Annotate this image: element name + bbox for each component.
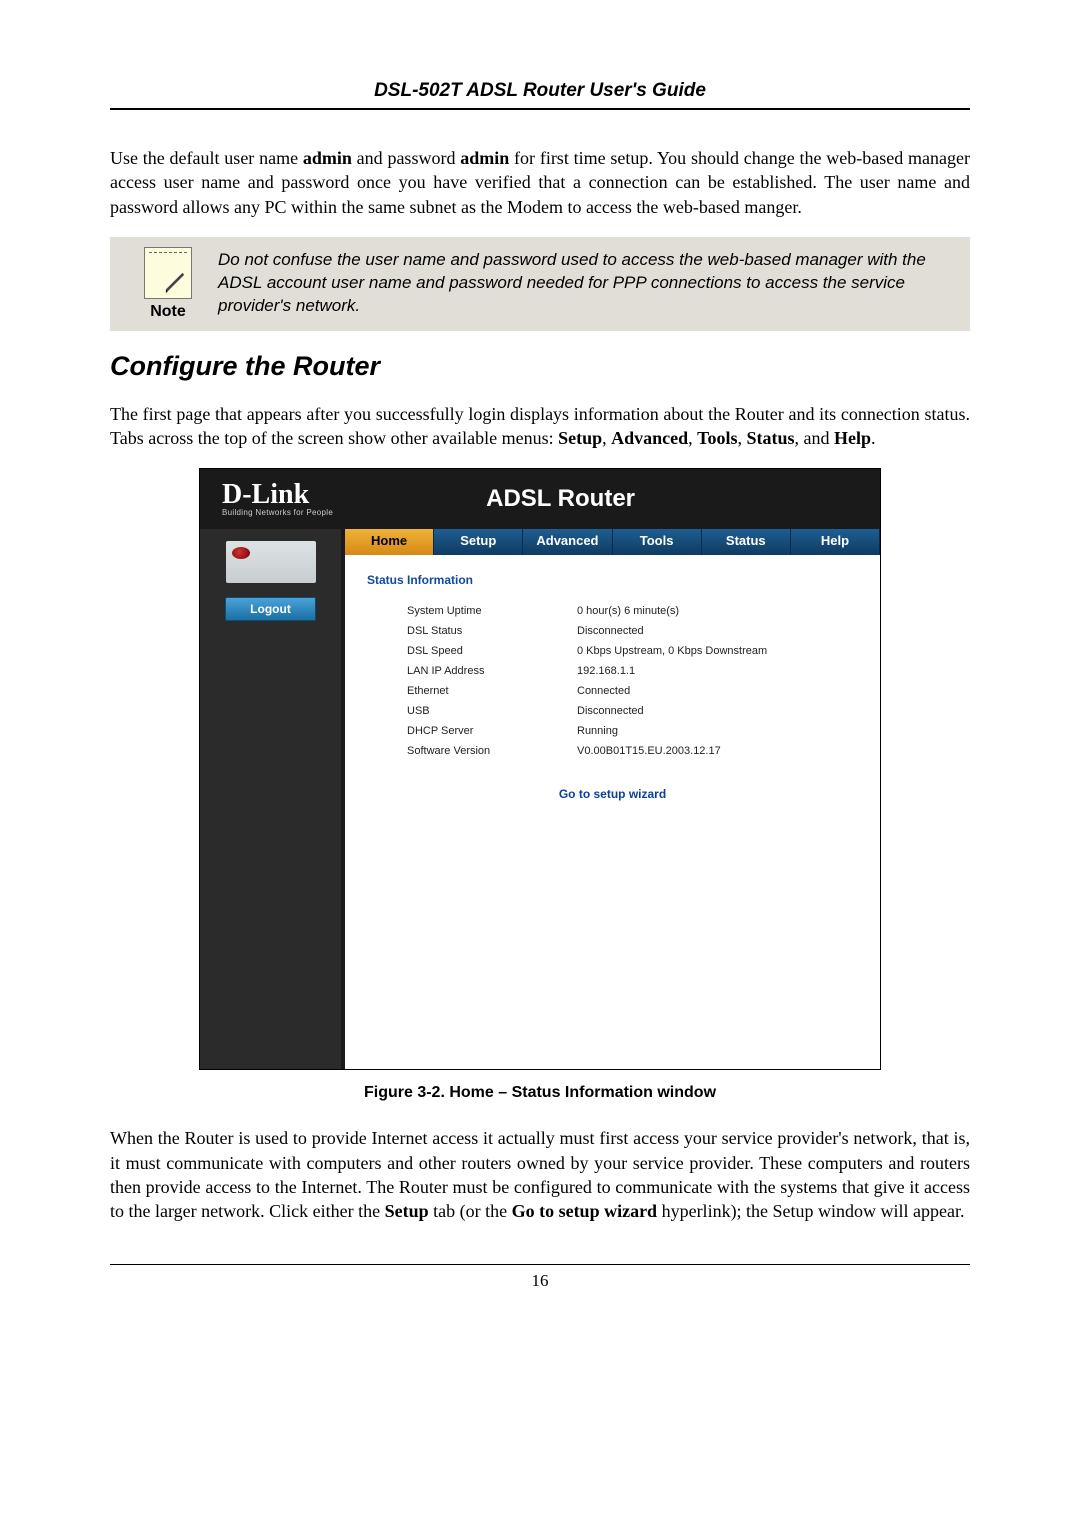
status-value: 192.168.1.1 <box>577 665 858 677</box>
status-value: V0.00B01T15.EU.2003.12.17 <box>577 745 858 757</box>
status-label: LAN IP Address <box>367 665 577 677</box>
status-table: System Uptime0 hour(s) 6 minute(s)DSL St… <box>367 601 858 761</box>
note-label: Note <box>118 303 218 321</box>
tab-setup[interactable]: Setup <box>434 529 523 555</box>
footer-rule <box>110 1264 970 1265</box>
outro-paragraph: When the Router is used to provide Inter… <box>110 1126 970 1223</box>
router-ui-figure: D-Link Building Networks for People ADSL… <box>199 468 881 1070</box>
section-heading: Configure the Router <box>110 351 970 382</box>
status-value: Disconnected <box>577 625 858 637</box>
tab-tools[interactable]: Tools <box>613 529 702 555</box>
router-sidebar: Logout <box>200 529 345 1069</box>
status-value: Running <box>577 725 858 737</box>
router-image <box>226 541 316 583</box>
router-header: D-Link Building Networks for People ADSL… <box>200 469 880 529</box>
status-row: System Uptime0 hour(s) 6 minute(s) <box>367 601 858 621</box>
product-title: ADSL Router <box>333 485 788 513</box>
status-row: DSL Speed0 Kbps Upstream, 0 Kbps Downstr… <box>367 641 858 661</box>
section-intro: The first page that appears after you su… <box>110 402 970 451</box>
status-row: USBDisconnected <box>367 701 858 721</box>
note-text: Do not confuse the user name and passwor… <box>218 249 956 318</box>
tab-row: HomeSetupAdvancedToolsStatusHelp <box>345 529 880 555</box>
status-heading: Status Information <box>367 573 858 587</box>
status-row: LAN IP Address192.168.1.1 <box>367 661 858 681</box>
status-value: Disconnected <box>577 705 858 717</box>
status-label: Ethernet <box>367 685 577 697</box>
status-row: EthernetConnected <box>367 681 858 701</box>
status-row: DHCP ServerRunning <box>367 721 858 741</box>
tab-status[interactable]: Status <box>702 529 791 555</box>
logout-button[interactable]: Logout <box>225 597 316 621</box>
status-label: USB <box>367 705 577 717</box>
status-value: 0 hour(s) 6 minute(s) <box>577 605 858 617</box>
tab-home[interactable]: Home <box>345 529 434 555</box>
page-header-title: DSL-502T ADSL Router User's Guide <box>110 80 970 102</box>
status-label: Software Version <box>367 745 577 757</box>
status-label: DSL Status <box>367 625 577 637</box>
intro-paragraph: Use the default user name admin and pass… <box>110 146 970 219</box>
tab-advanced[interactable]: Advanced <box>523 529 612 555</box>
dlink-logo: D-Link Building Networks for People <box>222 481 333 517</box>
note-box: Note Do not confuse the user name and pa… <box>110 237 970 331</box>
status-value: Connected <box>577 685 858 697</box>
status-value: 0 Kbps Upstream, 0 Kbps Downstream <box>577 645 858 657</box>
status-label: DSL Speed <box>367 645 577 657</box>
note-icon <box>144 247 192 299</box>
status-label: System Uptime <box>367 605 577 617</box>
header-rule <box>110 108 970 110</box>
setup-wizard-link[interactable]: Go to setup wizard <box>367 787 858 801</box>
figure-caption: Figure 3-2. Home – Status Information wi… <box>110 1084 970 1102</box>
page-number: 16 <box>110 1271 970 1291</box>
tab-help[interactable]: Help <box>791 529 880 555</box>
status-label: DHCP Server <box>367 725 577 737</box>
status-row: Software VersionV0.00B01T15.EU.2003.12.1… <box>367 741 858 761</box>
status-row: DSL StatusDisconnected <box>367 621 858 641</box>
